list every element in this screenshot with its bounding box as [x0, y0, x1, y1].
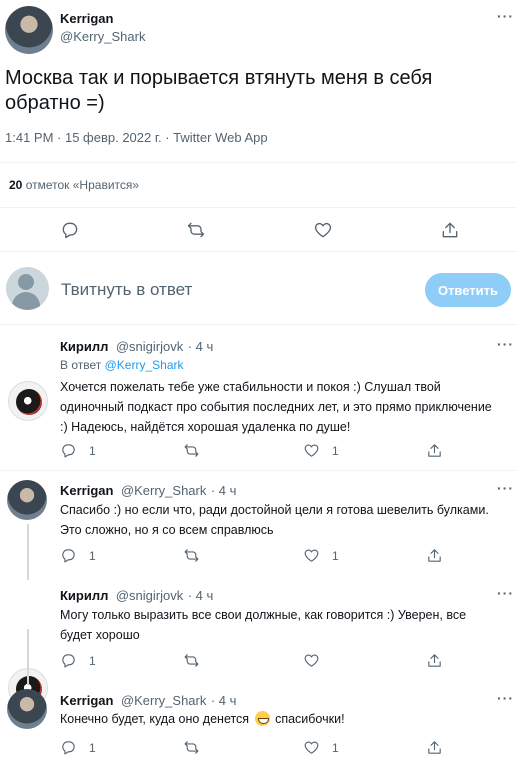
reply-icon[interactable] [60, 220, 80, 240]
reply-text-line: одиночный подкаст про события последних … [60, 400, 492, 414]
reply-count: 1 [89, 548, 96, 563]
divider [0, 470, 517, 471]
timestamp[interactable]: · 4 ч [211, 483, 237, 498]
in-reply-prefix: В ответ [60, 358, 102, 372]
retweet-icon[interactable] [183, 547, 200, 564]
author-handle[interactable]: @snigirjovk [116, 339, 183, 354]
more-dots-icon[interactable]: ··· [497, 690, 514, 706]
reply-action[interactable]: 1 [60, 547, 96, 564]
like-count: 1 [332, 548, 339, 563]
in-reply-handle[interactable]: @Kerry_Shark [105, 358, 184, 372]
reply-button[interactable]: Ответить [425, 273, 511, 307]
share-icon[interactable] [426, 739, 443, 756]
reply-text: Спасибо :) но если что, ради достойной ц… [60, 500, 512, 540]
author-handle[interactable]: @Kerry_Shark [60, 29, 145, 44]
reply-text: Конечно будет, куда оно денется спасибоч… [60, 709, 345, 729]
more-dots-icon[interactable]: ··· [497, 336, 514, 352]
author-handle[interactable]: @Kerry_Shark [121, 483, 206, 498]
tweet-meta[interactable]: 1:41 PM · 15 февр. 2022 г. · Twitter Web… [5, 130, 268, 145]
retweet-icon[interactable] [183, 652, 200, 669]
reply-icon[interactable] [60, 547, 77, 564]
reply-action[interactable]: 1 [60, 442, 96, 459]
likes-count: 20 [9, 178, 23, 192]
in-reply-to: В ответ @Kerry_Shark [60, 358, 183, 372]
like-count: 1 [332, 443, 339, 458]
reply-text-line: :) Надеюсь, найдётся хорошая удаленка по… [60, 420, 351, 434]
divider [0, 324, 517, 325]
reply-input[interactable]: Твитнуть в ответ [61, 280, 192, 300]
retweet-icon[interactable] [183, 739, 200, 756]
thread-line [27, 629, 29, 685]
retweet-icon[interactable] [186, 220, 206, 240]
author-name[interactable]: Кирилл [60, 588, 108, 603]
reply-text-line: Хочется пожелать тебе уже стабильности и… [60, 380, 441, 394]
reply-text-part: Конечно будет, куда оно денется [60, 712, 250, 726]
reply-text-line: Это сложно, но я со всем справлюсь [60, 523, 274, 537]
avatar[interactable] [7, 480, 47, 520]
author-handle[interactable]: @snigirjovk [116, 588, 183, 603]
heart-icon[interactable] [303, 547, 320, 564]
timestamp[interactable]: · 4 ч [188, 588, 214, 603]
heart-icon[interactable] [303, 442, 320, 459]
like-action[interactable]: 1 [303, 442, 339, 459]
share-icon[interactable] [426, 652, 443, 669]
reply-text: Хочется пожелать тебе уже стабильности и… [60, 377, 512, 437]
divider [0, 162, 517, 163]
reply-text-line: Могу только выразить все свои должные, к… [60, 608, 467, 622]
author-handle[interactable]: @Kerry_Shark [121, 693, 206, 708]
avatar[interactable] [5, 6, 53, 54]
timestamp[interactable]: · 4 ч [188, 339, 214, 354]
heart-icon[interactable] [303, 652, 320, 669]
reply-action[interactable]: 1 [60, 652, 96, 669]
timestamp[interactable]: · 4 ч [211, 693, 237, 708]
reply-count: 1 [89, 653, 96, 668]
tweet-text-line: Москва так и порывается втянуть меня в с… [5, 67, 433, 89]
reply-count: 1 [89, 443, 96, 458]
reply-header: Kerrigan @Kerry_Shark · 4 ч [60, 482, 236, 500]
reply-icon[interactable] [60, 442, 77, 459]
reply-text-line: Спасибо :) но если что, ради достойной ц… [60, 503, 489, 517]
more-dots-icon[interactable]: ··· [497, 480, 514, 496]
author-name[interactable]: Kerrigan [60, 483, 113, 498]
share-icon[interactable] [426, 547, 443, 564]
reply-text-line: будет хорошо [60, 628, 140, 642]
avatar [6, 267, 49, 310]
tweet-text: Москва так и порывается втянуть меня в с… [5, 66, 505, 116]
reply-action[interactable]: 1 [60, 739, 96, 756]
thread-line [27, 524, 29, 580]
avatar[interactable] [8, 381, 48, 421]
reply-text-part: спасибочки! [275, 712, 345, 726]
divider [0, 251, 517, 252]
reply-icon[interactable] [60, 739, 77, 756]
like-action[interactable]: 1 [303, 739, 339, 756]
reply-icon[interactable] [60, 652, 77, 669]
reply-header: Кирилл @snigirjovk · 4 ч [60, 338, 213, 356]
share-icon[interactable] [440, 220, 460, 240]
heart-icon[interactable] [303, 739, 320, 756]
likes-label: отметок «Нравится» [25, 178, 140, 192]
author-name[interactable]: Kerrigan [60, 693, 113, 708]
author-name[interactable]: Кирилл [60, 339, 108, 354]
more-dots-icon[interactable]: ··· [497, 8, 514, 24]
reply-header: Kerrigan @Kerry_Shark · 4 ч [60, 692, 236, 710]
grinning-face-emoji [254, 711, 270, 726]
author-name[interactable]: Kerrigan [60, 11, 113, 26]
like-count: 1 [332, 740, 339, 755]
retweet-icon[interactable] [183, 442, 200, 459]
reply-text: Могу только выразить все свои должные, к… [60, 605, 512, 645]
heart-icon[interactable] [313, 220, 333, 240]
reply-header: Кирилл @snigirjovk · 4 ч [60, 587, 213, 605]
like-action[interactable]: 1 [303, 547, 339, 564]
more-dots-icon[interactable]: ··· [497, 585, 514, 601]
tweet-text-line: обратно =) [5, 92, 105, 114]
share-icon[interactable] [426, 442, 443, 459]
divider [0, 207, 517, 208]
likes-stat[interactable]: 20 отметок «Нравится» [9, 178, 139, 192]
reply-count: 1 [89, 740, 96, 755]
avatar[interactable] [7, 689, 47, 729]
